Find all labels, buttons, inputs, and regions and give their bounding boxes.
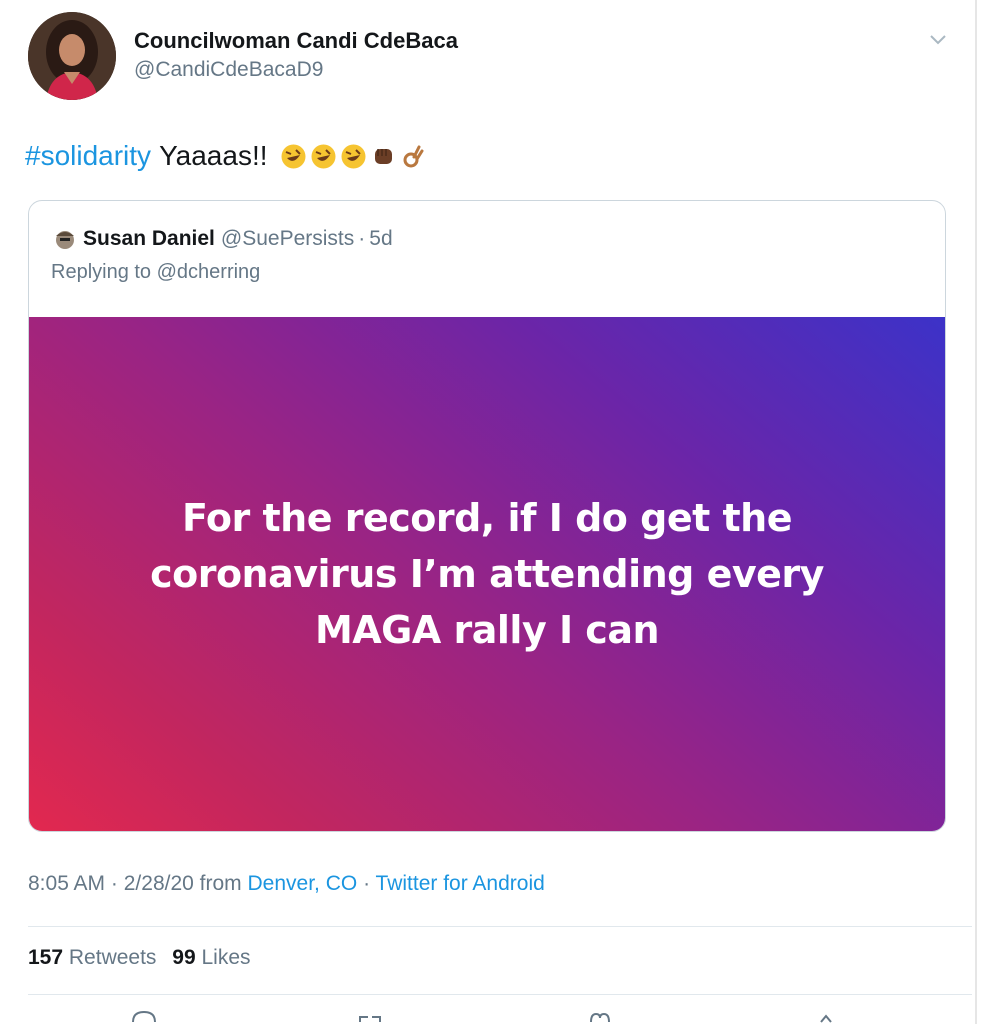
divider [28,994,972,995]
column-border [975,0,977,1024]
reply-icon[interactable] [130,1008,158,1024]
replying-to-line: Replying to @dcherring [51,261,260,284]
ok-hand-emoji [400,143,427,170]
likes-count: 99 [172,946,196,969]
from-label: from [199,872,242,895]
quoted-tweet-image[interactable]: For the record, if I do get the coronavi… [29,317,945,831]
likes-label: Likes [201,946,251,969]
tweet-page: Councilwoman Candi CdeBaca @CandiCdeBaca… [0,0,981,1024]
tweet-date[interactable]: 2/28/20 [124,872,194,895]
emoji-row [280,143,427,170]
tweet-text: #solidarity Yaaaas!! [25,140,427,172]
location-link[interactable]: Denver, CO [248,872,358,895]
rolling-laughing-emoji [310,143,337,170]
tweet-actions [0,1008,981,1024]
quoted-author-avatar[interactable] [53,228,77,250]
quoted-author-handle[interactable]: @SuePersists [221,227,354,251]
quoted-author-name[interactable]: Susan Daniel [83,227,215,251]
separator-dot: · [358,227,366,250]
raised-fist-emoji [370,143,397,170]
retweets-label: Retweets [68,946,157,969]
author-handle[interactable]: @CandiCdeBacaD9 [134,58,323,82]
chevron-down-icon[interactable] [926,30,950,50]
quoted-tweet-card[interactable]: Susan Daniel @SuePersists · 5d Replying … [28,200,946,832]
quoted-tweet-header: Susan Daniel @SuePersists · 5d [53,227,393,251]
replying-to-mention[interactable]: @dcherring [157,261,261,283]
tweet-metadata: 8:05 AM · 2/28/20 from Denver, CO · Twit… [28,872,545,896]
retweet-icon[interactable] [356,1008,384,1024]
like-icon[interactable] [586,1008,614,1024]
author-name[interactable]: Councilwoman Candi CdeBaca [134,28,458,54]
separator-dot: · [110,872,118,895]
quoted-image-text: For the record, if I do get the coronavi… [150,496,824,652]
retweets-stat[interactable]: 157 Retweets [28,946,156,969]
rolling-laughing-emoji [280,143,307,170]
replying-to-prefix: Replying to [51,261,152,283]
author-avatar[interactable] [28,12,116,100]
rolling-laughing-emoji [340,143,367,170]
likes-stat[interactable]: 99 Likes [172,946,250,969]
quoted-tweet-time[interactable]: 5d [369,227,392,251]
divider [28,926,972,927]
tweet-time[interactable]: 8:05 AM [28,872,105,895]
share-icon[interactable] [812,1008,840,1024]
separator-dot: · [363,872,371,895]
retweets-count: 157 [28,946,64,969]
tweet-stats: 157 Retweets 99 Likes [28,946,261,970]
source-link[interactable]: Twitter for Android [376,872,545,895]
tweet-body-text: Yaaaas!! [159,140,268,171]
hashtag-link[interactable]: #solidarity [25,140,151,172]
